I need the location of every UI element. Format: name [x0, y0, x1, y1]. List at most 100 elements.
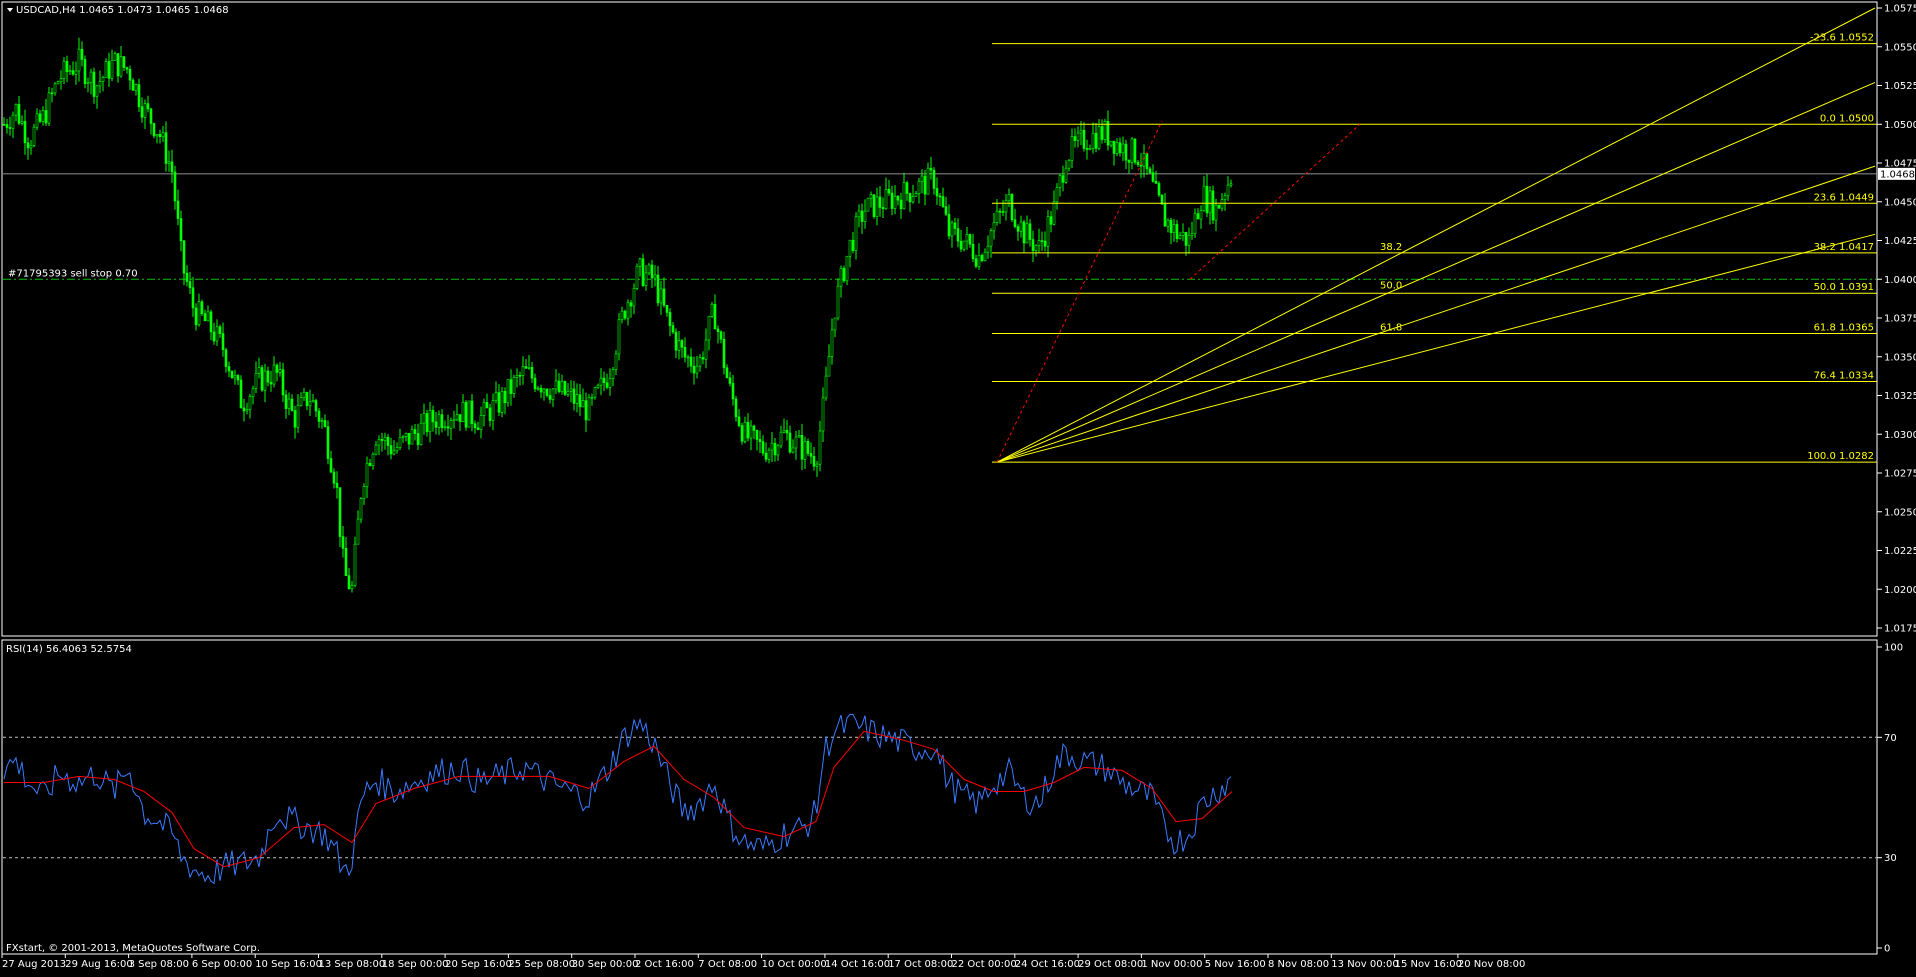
candle-body [1109, 140, 1113, 146]
candle-body [263, 370, 267, 391]
candle-body [782, 429, 786, 433]
time-tick-label: 18 Sep 00:00 [382, 959, 449, 970]
candle-body [512, 377, 516, 394]
candle-body [428, 410, 432, 433]
candle-body [1151, 172, 1155, 182]
candle-body [872, 194, 876, 217]
candle-body [830, 329, 834, 357]
candle-body [968, 234, 972, 245]
fibonacci-retracement[interactable]: -23.6 1.05520.0 1.050023.6 1.044938.2 1.… [992, 33, 1877, 463]
candle-body [1208, 190, 1212, 214]
candle-body [467, 400, 471, 428]
candle-body [533, 377, 537, 390]
candle-body [143, 103, 147, 118]
candle-body [647, 264, 651, 274]
time-tick-label: 25 Sep 08:00 [508, 959, 575, 970]
current-price-value: 1.0468 [1880, 169, 1915, 180]
time-tick-label: 24 Oct 16:00 [1015, 959, 1080, 970]
candle-body [599, 377, 603, 386]
candle-body [788, 432, 792, 453]
candle-body [644, 272, 648, 286]
time-tick-label: 27 Aug 2013 [2, 959, 66, 970]
candle-body [545, 388, 549, 396]
candle-body [920, 175, 924, 182]
candle-body [461, 401, 465, 422]
candle-body [311, 400, 315, 403]
candle-body [170, 161, 174, 173]
candle-body [659, 288, 663, 304]
candle-body [833, 317, 837, 331]
candle-body [1229, 183, 1233, 186]
candle-body [698, 357, 702, 367]
candle-body [50, 92, 54, 95]
order-label[interactable]: #71795393 sell stop 0.70 [8, 268, 138, 279]
candle-body [1106, 120, 1110, 146]
candle-body [113, 53, 117, 61]
candle-body [746, 421, 750, 439]
candle-body [629, 302, 633, 307]
candle-body [272, 364, 276, 385]
candle-body [626, 302, 630, 319]
candle-body [953, 222, 957, 229]
candle-body [314, 400, 318, 412]
fan-level-label: 38.2 [1380, 242, 1402, 253]
candle-body [560, 381, 564, 392]
chart-canvas[interactable]: -23.6 1.0552 0.0 1.0500 23.6 1.0449 38.2 1.… [0, 0, 1916, 973]
dropdown-arrow-icon[interactable] [7, 8, 13, 12]
candle-body [1001, 211, 1005, 213]
candle-body [371, 453, 375, 466]
fib-level-label: 50.0 1.0391 [1814, 282, 1874, 293]
candle-body [347, 575, 351, 590]
candle-body [155, 134, 159, 137]
candle-body [359, 498, 363, 520]
candle-body [95, 85, 99, 97]
candle-body [728, 377, 732, 384]
candle-body [401, 436, 405, 438]
candle-body [1034, 245, 1038, 251]
candle-body [908, 193, 912, 203]
candle-body [407, 432, 411, 445]
candle-body [1055, 187, 1059, 203]
candle-body [269, 381, 273, 385]
candle-body [950, 222, 954, 237]
candle-body [635, 265, 639, 289]
candle-body [980, 255, 984, 262]
rsi-panel-frame [1, 639, 1878, 955]
candle-body [425, 413, 429, 433]
candle-body [857, 210, 861, 218]
candle-body [5, 124, 9, 128]
candle-body [854, 216, 858, 251]
mt4-chart-window[interactable]: -23.6 1.0552 0.0 1.0500 23.6 1.0449 38.2 1.… [0, 0, 1916, 973]
price-tick-label: 1.0450 [1884, 197, 1916, 208]
rsi-tick-label: 70 [1884, 733, 1897, 744]
candle-body [374, 444, 378, 455]
candle-body [497, 392, 501, 413]
candle-body [68, 70, 72, 72]
candle-body [44, 110, 48, 124]
fibonacci-fan[interactable]: 38.2 50.0 61.8 [996, 7, 1876, 463]
candle-body [1043, 240, 1047, 247]
candle-body [1154, 181, 1158, 184]
candle-body [761, 441, 765, 454]
candle-body [176, 200, 180, 219]
candle-body [776, 445, 780, 456]
candle-body [287, 398, 291, 409]
candle-body [767, 449, 771, 460]
candle-body [281, 369, 285, 396]
candle-body [851, 239, 855, 251]
rsi-tick-label: 100 [1884, 643, 1903, 654]
fib-level-label: 100.0 1.0282 [1807, 451, 1874, 462]
candle-body [1031, 239, 1035, 251]
candle-body [443, 426, 447, 429]
candle-body [53, 83, 57, 94]
candle-body [305, 392, 309, 407]
candle-body [299, 397, 303, 406]
candle-body [431, 410, 435, 423]
candle-body [8, 127, 12, 129]
candle-body [1037, 240, 1041, 246]
candle-body [236, 375, 240, 381]
candle-body [386, 436, 390, 446]
candle-body [335, 482, 339, 488]
candle-body [992, 222, 996, 232]
candle-body [614, 353, 618, 370]
